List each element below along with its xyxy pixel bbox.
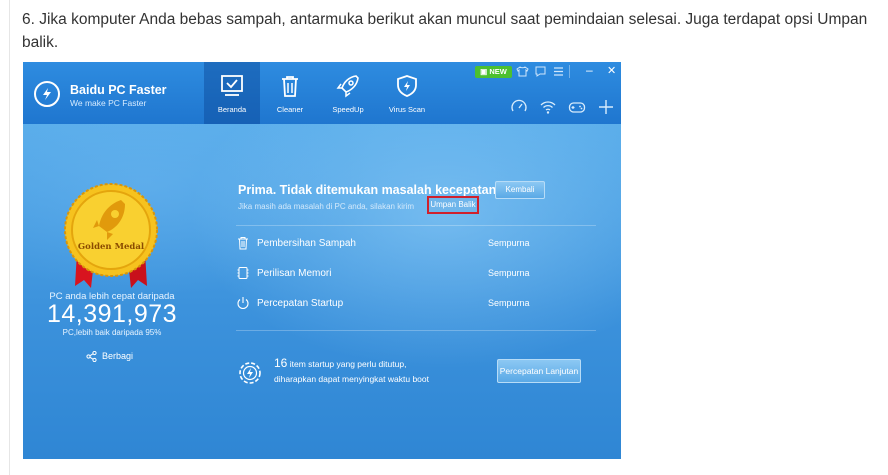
medal-label: Golden Medal <box>77 242 145 252</box>
startup-line2: diharapkan dapat menyingkat waktu boot <box>274 374 429 384</box>
baidu-pc-faster-window: Baidu PC Faster We make PC Faster Berand… <box>23 62 621 459</box>
close-button[interactable]: ✕ <box>607 64 616 77</box>
plus-icon[interactable] <box>597 98 615 116</box>
row-label-pembersihan: Pembersihan Sampah <box>257 238 356 249</box>
tab-speedup[interactable]: SpeedUp <box>320 62 376 124</box>
startup-summary: 16 item startup yang perlu ditutup, diha… <box>274 356 429 387</box>
monitor-check-icon <box>221 75 243 96</box>
share-icon <box>86 350 97 362</box>
gift-icon: ▣ <box>480 67 488 76</box>
brand-name: Baidu PC Faster <box>70 83 167 97</box>
gamepad-icon[interactable] <box>568 98 586 116</box>
result-title: Prima. Tidak ditemukan masalah kecepatan… <box>238 183 501 197</box>
back-button[interactable]: Kembali <box>495 181 545 199</box>
startup-line1: item startup yang perlu ditutup, <box>287 359 407 369</box>
tab-beranda[interactable]: Beranda <box>204 62 260 124</box>
trash-icon <box>282 76 298 97</box>
shirt-icon[interactable] <box>516 65 529 78</box>
row-status-startup: Sempurna <box>488 298 530 308</box>
chat-icon[interactable] <box>534 65 547 78</box>
wifi-icon[interactable] <box>539 98 557 116</box>
tab-label: Cleaner <box>276 105 304 114</box>
minimize-button[interactable]: – <box>586 63 593 77</box>
row-label-startup: Percepatan Startup <box>257 298 344 309</box>
row-status-memori: Sempurna <box>488 268 530 278</box>
tab-cleaner[interactable]: Cleaner <box>262 62 318 124</box>
divider <box>236 225 596 226</box>
title-bar: Baidu PC Faster We make PC Faster Berand… <box>23 62 621 124</box>
gear-speed-icon <box>239 362 261 384</box>
divider <box>236 330 596 331</box>
golden-medal-icon <box>64 183 158 277</box>
trash-icon <box>238 237 248 250</box>
startup-count: 16 <box>274 356 288 370</box>
page-left-rule <box>9 0 10 475</box>
new-badge[interactable]: ▣ NEW <box>475 66 512 78</box>
shield-icon <box>397 75 417 97</box>
row-status-pembersihan: Sempurna <box>488 238 530 248</box>
share-label: Berbagi <box>102 351 134 361</box>
menu-icon[interactable] <box>552 65 565 78</box>
tab-label: Beranda <box>217 105 247 114</box>
share-button[interactable]: Berbagi <box>86 349 133 363</box>
advanced-speedup-button[interactable]: Percepatan Lanjutan <box>497 359 581 383</box>
tab-label: SpeedUp <box>332 105 364 114</box>
brand-tagline: We make PC Faster <box>70 98 147 108</box>
power-icon <box>237 297 249 310</box>
memory-icon <box>237 267 249 279</box>
row-label-memori: Perilisan Memori <box>257 268 332 279</box>
speed-comparison-value: 14,391,973 <box>46 300 178 328</box>
feedback-link[interactable]: Umpan Balik <box>427 196 479 214</box>
control-separator <box>569 65 570 78</box>
tab-virus-scan[interactable]: Virus Scan <box>379 62 435 124</box>
rocket-icon <box>336 75 359 98</box>
tab-label: Virus Scan <box>388 105 426 114</box>
lightning-logo-icon <box>34 81 60 107</box>
speedometer-icon[interactable] <box>510 98 528 116</box>
speed-percentile: PC,lebih baik daripada 95% <box>62 328 162 337</box>
instruction-caption: 6. Jika komputer Anda bebas sampah, anta… <box>22 11 868 51</box>
result-description: Jika masih ada masalah di PC anda, silak… <box>238 202 415 211</box>
new-badge-label: NEW <box>489 67 507 76</box>
